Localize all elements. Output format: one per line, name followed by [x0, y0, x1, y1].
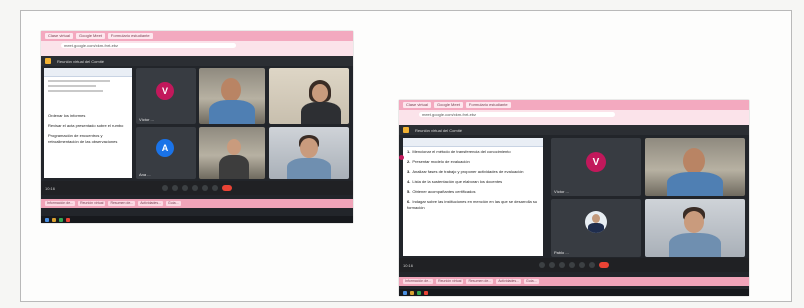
browser-tab[interactable]: Google Meet: [76, 33, 105, 39]
avatar: V: [586, 152, 606, 172]
participant-tile: V Víctor ...: [551, 138, 641, 196]
participant-tile: A Ana ...: [136, 127, 196, 179]
doc-item: Ordenar los informes: [48, 113, 86, 118]
download-item[interactable]: Guía...: [524, 279, 539, 284]
participant-video: [645, 199, 745, 257]
raise-hand-icon[interactable]: [569, 262, 575, 268]
download-item[interactable]: Guía...: [166, 201, 181, 206]
more-icon[interactable]: [589, 262, 595, 268]
windows-start-icon[interactable]: [403, 290, 407, 295]
browser-tab[interactable]: Formulario estudiante: [107, 33, 153, 39]
mic-icon[interactable]: [162, 185, 168, 191]
participant-video: [269, 127, 349, 179]
participant-name: Pablo ...: [554, 250, 569, 255]
avatar: [585, 211, 607, 233]
mic-icon[interactable]: [539, 262, 545, 268]
chrome-icon[interactable]: [59, 217, 63, 222]
doc-item: Revisar el acta presentado sobre el rumb…: [48, 123, 124, 128]
participant-name: Ana ...: [139, 172, 151, 177]
avatar: A: [156, 139, 174, 157]
folder-icon[interactable]: [410, 290, 414, 295]
download-item[interactable]: Información de...: [403, 279, 434, 284]
meet-logo-icon: [403, 127, 409, 133]
download-bar: Información de... Reunión virtual Resume…: [41, 199, 353, 208]
pointer-dot: [399, 155, 404, 160]
meeting-time: 10:16: [403, 262, 414, 268]
captions-icon[interactable]: [559, 262, 565, 268]
shared-document: 1. Mencionar el método de transferencia d…: [403, 138, 543, 256]
app-icon[interactable]: [66, 217, 70, 222]
present-icon[interactable]: [579, 262, 585, 268]
present-icon[interactable]: [202, 185, 208, 191]
browser-tab-bar: Clase virtual Google Meet Formulario est…: [41, 31, 353, 41]
participant-video: [269, 68, 349, 124]
browser-tab[interactable]: Clase virtual: [45, 33, 74, 39]
participant-name: Víctor ...: [139, 117, 154, 122]
url-field[interactable]: meet.google.com/xkm-fnrt-ebz: [61, 43, 236, 48]
chrome-icon[interactable]: [417, 290, 421, 295]
participant-tile: Pablo ...: [551, 199, 641, 257]
participant-tile: V Víctor ...: [136, 68, 196, 124]
download-item[interactable]: Resumen de...: [108, 201, 136, 206]
address-bar: meet.google.com/xkm-fnrt-ebz: [399, 110, 749, 119]
raise-hand-icon[interactable]: [192, 185, 198, 191]
download-item[interactable]: Información de...: [45, 201, 76, 206]
doc-item: 3. Analizar fases de trabajo y proponer a…: [407, 169, 524, 174]
download-item[interactable]: Reunión virtual: [436, 279, 464, 284]
browser-tab[interactable]: Formulario estudiante: [465, 102, 511, 108]
meeting-title: Reunión virtual del Comité: [57, 58, 104, 64]
address-bar: meet.google.com/xkm-fnrt-ebz: [41, 41, 353, 50]
participant-video: [199, 127, 265, 179]
folder-icon[interactable]: [52, 217, 56, 222]
camera-icon[interactable]: [172, 185, 178, 191]
camera-icon[interactable]: [549, 262, 555, 268]
download-item[interactable]: Resumen de...: [466, 279, 494, 284]
meet-header: Reunión virtual del Comité: [41, 56, 353, 66]
doc-ribbon: [403, 138, 543, 147]
doc-item: 6. Indagar sobre las instituciones en men…: [407, 199, 538, 210]
meet-header: Reunión virtual del Comité: [399, 125, 749, 135]
browser-tab[interactable]: Clase virtual: [403, 102, 432, 108]
meet-controls: 10:16: [41, 181, 353, 195]
download-item[interactable]: Actividades...: [138, 201, 164, 206]
doc-item: 5. Obtener acompañantes certificados: [407, 189, 476, 194]
doc-item: 4. Lista de la sustentación que elaboran …: [407, 179, 503, 184]
screenshot-right: Clase virtual Google Meet Formulario est…: [399, 100, 749, 296]
screenshot-left: Clase virtual Google Meet Formulario est…: [41, 31, 353, 223]
document-frame: Clase virtual Google Meet Formulario est…: [20, 10, 792, 302]
windows-taskbar: [399, 289, 749, 296]
doc-item: Programación de encuentros y retroalimen…: [48, 133, 118, 144]
windows-taskbar: [41, 216, 353, 223]
more-icon[interactable]: [212, 185, 218, 191]
download-item[interactable]: Reunión virtual: [78, 201, 106, 206]
doc-item: 2. Presentar modelo de evaluación: [407, 159, 470, 164]
hang-up-button[interactable]: [599, 262, 609, 268]
participant-name: Víctor ...: [554, 189, 569, 194]
captions-icon[interactable]: [182, 185, 188, 191]
participant-video: [645, 138, 745, 196]
doc-item: 1. Mencionar el método de transferencia d…: [407, 149, 511, 154]
url-field[interactable]: meet.google.com/xkm-fnrt-ebz: [419, 112, 615, 117]
meet-logo-icon: [45, 58, 51, 64]
meeting-title: Reunión virtual del Comité: [415, 127, 462, 133]
browser-tab[interactable]: Google Meet: [434, 102, 463, 108]
hang-up-button[interactable]: [222, 185, 232, 191]
app-icon[interactable]: [424, 290, 428, 295]
meet-controls: 10:16: [399, 258, 749, 272]
download-item[interactable]: Actividades...: [496, 279, 522, 284]
shared-document: Ordenar los informes Revisar el acta pre…: [44, 68, 132, 178]
participant-video: [199, 68, 265, 124]
meeting-time: 10:16: [45, 185, 56, 191]
avatar: V: [156, 82, 174, 100]
download-bar: Información de... Reunión virtual Resume…: [399, 277, 749, 286]
browser-tab-bar: Clase virtual Google Meet Formulario est…: [399, 100, 749, 110]
windows-start-icon[interactable]: [45, 217, 49, 222]
doc-ribbon: [44, 68, 132, 77]
